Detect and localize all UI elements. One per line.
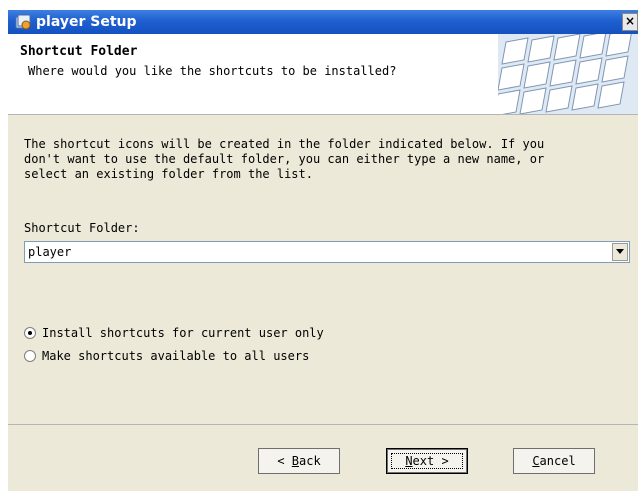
shortcut-folder-combobox[interactable]: player [24, 241, 630, 263]
cancel-button[interactable]: Cancel [513, 448, 595, 474]
description-text: The shortcut icons will be created in th… [24, 137, 545, 181]
back-button[interactable]: < Back [258, 448, 340, 474]
shortcut-folder-value: player [28, 245, 72, 259]
cancel-rest: ancel [539, 454, 576, 468]
page-title: Shortcut Folder [20, 44, 138, 59]
radio-button-selected[interactable] [24, 327, 36, 339]
cancel-mnemonic: C [532, 454, 540, 468]
dropdown-arrow-icon[interactable] [612, 243, 628, 261]
back-rest: ack [299, 454, 321, 468]
keyboard-banner-icon [498, 34, 638, 114]
radio-button-unselected[interactable] [24, 350, 36, 362]
title-bar[interactable]: player Setup × [8, 10, 638, 34]
window-title: player Setup [36, 14, 137, 30]
shortcut-folder-label: Shortcut Folder: [24, 221, 140, 235]
radio-label-all-users: Make shortcuts available to all users [42, 349, 310, 363]
page-subtitle: Where would you like the shortcuts to be… [28, 64, 397, 78]
back-prefix: < [277, 454, 292, 468]
wizard-footer: < Back Next > Cancel [8, 424, 638, 491]
next-button[interactable]: Next > [386, 448, 468, 474]
back-mnemonic: B [291, 454, 299, 468]
radio-label-current-user: Install shortcuts for current user only [42, 326, 324, 340]
setup-app-icon [15, 14, 31, 30]
wizard-body: The shortcut icons will be created in th… [8, 115, 638, 424]
focus-rectangle [391, 453, 463, 469]
close-button[interactable]: × [622, 13, 638, 31]
wizard-header: Shortcut Folder Where would you like the… [8, 34, 638, 115]
